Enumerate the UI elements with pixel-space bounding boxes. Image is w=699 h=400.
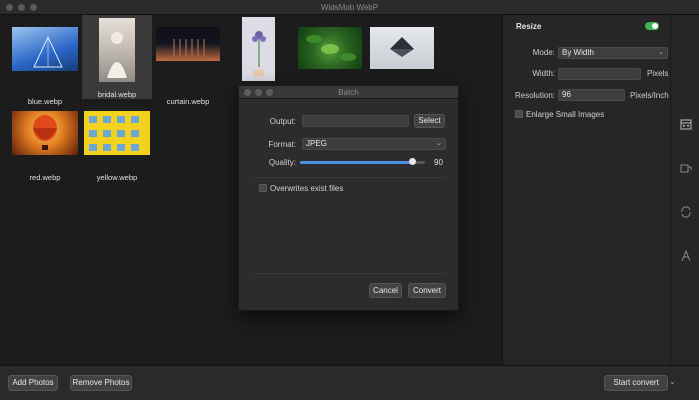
convert-button[interactable]: Convert xyxy=(408,283,446,298)
bottom-toolbar: Add Photos Remove Photos Start convert ⌄ xyxy=(0,365,699,400)
cancel-button[interactable]: Cancel xyxy=(369,283,402,298)
thumbnail-caption: red.webp xyxy=(29,173,61,182)
calendar-icon[interactable] xyxy=(679,117,693,131)
thumbnail-image xyxy=(99,18,135,82)
curtain-icon xyxy=(173,39,205,57)
quality-slider[interactable] xyxy=(300,158,425,165)
remove-photos-button[interactable]: Remove Photos xyxy=(70,375,132,391)
thumbnail-image xyxy=(298,27,362,69)
quality-label: Quality: xyxy=(268,158,296,167)
enlarge-label: Enlarge Small Images xyxy=(526,110,605,119)
resize-toggle[interactable] xyxy=(645,22,659,30)
overwrite-label: Overwrites exist files xyxy=(270,184,344,193)
thumbnail-item-selected[interactable]: bridal.webp xyxy=(82,15,152,99)
thumbnail-image xyxy=(12,111,78,155)
enlarge-checkbox[interactable] xyxy=(515,110,523,118)
mode-select[interactable]: By Width ⌄ xyxy=(558,47,668,59)
chevron-down-icon: ⌄ xyxy=(436,140,442,147)
chevron-down-icon: ⌄ xyxy=(658,49,664,56)
thumbnail-caption: yellow.webp xyxy=(96,173,138,182)
thumbnail-image xyxy=(370,27,434,69)
width-input[interactable] xyxy=(558,68,641,80)
mode-label: Mode: xyxy=(532,48,555,57)
thumbnail-caption: blue.webp xyxy=(27,97,63,106)
building-icon xyxy=(33,35,63,68)
thumbnail-image xyxy=(12,27,78,71)
rotate-icon[interactable] xyxy=(679,205,693,219)
crop-icon[interactable] xyxy=(679,161,693,175)
thumbnail-image xyxy=(242,17,275,81)
title-bar: WidsMob WebP xyxy=(0,0,699,15)
resize-title: Resize xyxy=(516,22,542,31)
mode-value: By Width xyxy=(562,48,595,57)
batch-dialog: Batch Output: Select Format: JPEG ⌄ Qual… xyxy=(238,85,459,311)
quality-slider-handle[interactable] xyxy=(409,158,416,165)
resize-panel: Resize Mode: By Width ⌄ Width: Pixels Re… xyxy=(502,15,670,365)
thumbnail-caption: bridal.webp xyxy=(97,90,137,99)
thumbnail-image xyxy=(156,27,220,61)
thumbnail-item[interactable]: curtain.webp xyxy=(153,24,223,106)
width-label: Width: xyxy=(532,69,555,78)
batch-dialog-titlebar: Batch xyxy=(239,86,458,99)
window-title: WidsMob WebP xyxy=(320,3,379,12)
width-unit: Pixels xyxy=(647,69,669,78)
output-input[interactable] xyxy=(302,115,409,127)
hot-air-balloon-icon xyxy=(33,115,57,150)
yellow-building-icon xyxy=(89,116,139,151)
thumbnail-item[interactable]: yellow.webp xyxy=(82,108,152,188)
chevron-down-icon[interactable]: ⌄ xyxy=(669,377,676,386)
resolution-input[interactable]: 96 xyxy=(558,89,625,101)
thumbnail-caption: curtain.webp xyxy=(166,97,210,106)
thumbnail-item[interactable] xyxy=(295,24,365,86)
thumbnail-image xyxy=(84,111,150,155)
output-label: Output: xyxy=(269,117,296,126)
add-photos-button[interactable]: Add Photos xyxy=(8,375,58,391)
dialog-divider xyxy=(253,177,445,178)
quality-value: 90 xyxy=(434,158,443,167)
thumbnail-item[interactable] xyxy=(237,15,279,85)
resolution-label: Resolution: xyxy=(514,91,555,100)
thumbnail-item[interactable]: red.webp xyxy=(10,108,80,188)
format-select[interactable]: JPEG ⌄ xyxy=(302,138,446,150)
start-convert-button[interactable]: Start convert xyxy=(604,375,668,391)
resolution-unit: Pixels/Inch xyxy=(630,91,669,100)
floating-island-icon xyxy=(390,37,414,57)
format-label: Format: xyxy=(268,140,296,149)
thumbnail-item[interactable]: blue.webp xyxy=(10,24,80,106)
overwrite-checkbox[interactable] xyxy=(259,184,267,192)
thumbnail-item[interactable] xyxy=(367,24,437,86)
format-value: JPEG xyxy=(306,139,327,148)
batch-dialog-title: Batch xyxy=(338,88,359,97)
bride-portrait-icon xyxy=(107,32,127,78)
select-button[interactable]: Select xyxy=(414,114,445,128)
tool-rail xyxy=(670,15,699,365)
text-icon[interactable] xyxy=(679,249,693,263)
quality-slider-fill xyxy=(300,161,413,164)
flower-icon xyxy=(252,31,266,77)
dialog-divider xyxy=(253,273,445,274)
leaves-icon xyxy=(306,35,356,61)
